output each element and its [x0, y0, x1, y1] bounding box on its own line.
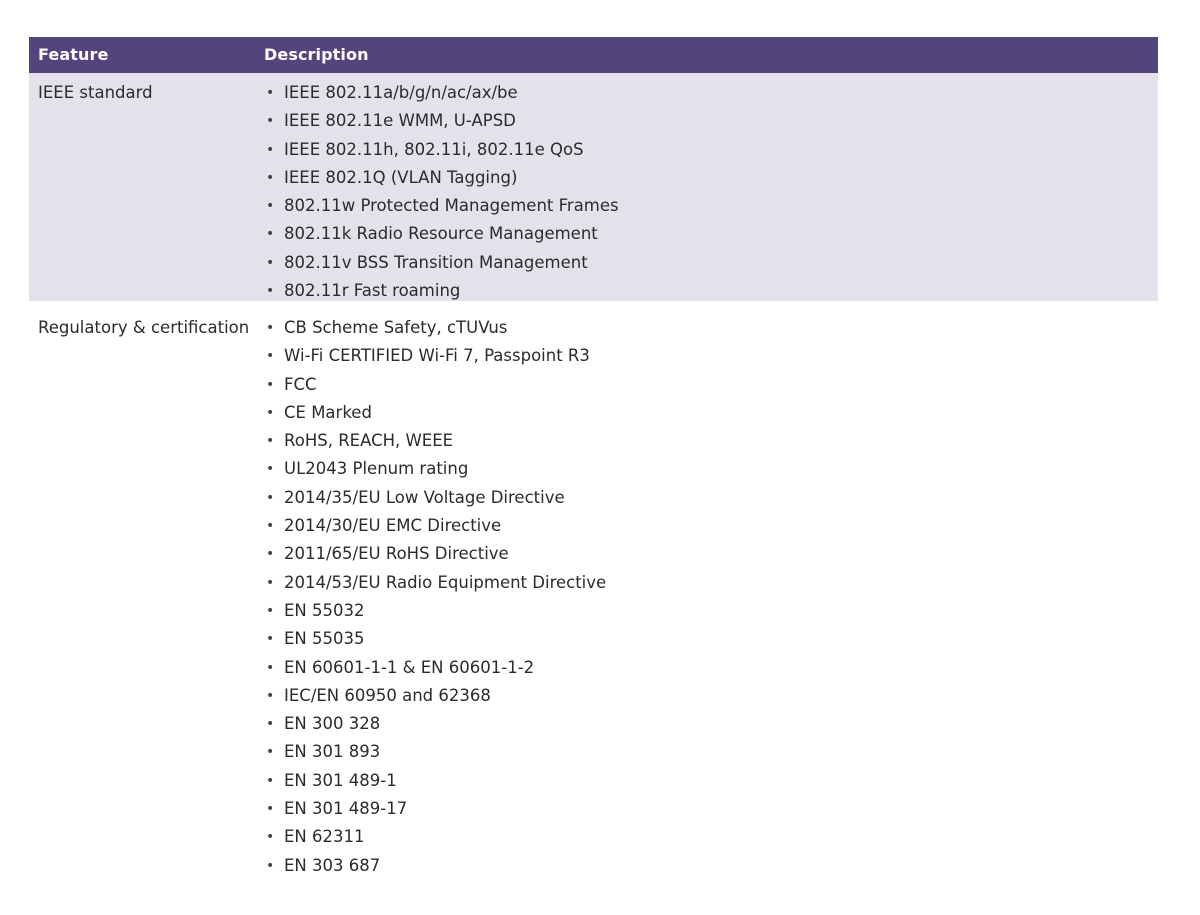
list-item-text: EN 301 893: [284, 742, 381, 762]
bullet-icon: •: [266, 85, 275, 101]
list-item: • 802.11r Fast roaming: [264, 277, 1158, 305]
bullet-icon: •: [266, 687, 275, 704]
list-item-text: IEEE 802.1Q (VLAN Tagging): [284, 167, 518, 187]
list-item: • 2011/65/EU RoHS Directive: [264, 540, 1158, 568]
bullet-list: • IEEE 802.11a/b/g/n/ac/ax/be • IEEE 802.11…: [264, 79, 1158, 305]
list-item: • RoHS, REACH, WEEE: [264, 427, 1158, 455]
list-item: • EN 300 328: [264, 710, 1158, 738]
bullet-icon: •: [266, 169, 275, 186]
list-item-text: EN 55035: [284, 629, 365, 649]
list-item: • EN 55032: [264, 597, 1158, 625]
list-item-text: EN 55032: [284, 600, 365, 620]
bullet-icon: •: [266, 376, 275, 393]
table-row-ieee-standard: IEEE standard • IEEE 802.11a/b/g/n/ac/ax/…: [29, 73, 1158, 301]
list-item: • UL2043 Plenum rating: [264, 455, 1158, 483]
list-item-text: 2014/30/EU EMC Directive: [284, 516, 502, 536]
list-item-text: EN 62311: [284, 827, 365, 847]
list-item-text: EN 60601-1-1 & EN 60601-1-2: [284, 657, 535, 677]
description-cell: • CB Scheme Safety, cTUVus • Wi-Fi CERTIFIE…: [255, 314, 1158, 880]
spec-table: Feature Description IEEE standard • IEEE …: [29, 37, 1158, 880]
table-row-regulatory: Regulatory & certification • CB Scheme Sa…: [29, 301, 1158, 880]
bullet-icon: •: [266, 801, 275, 818]
bullet-icon: •: [266, 226, 275, 243]
list-item-text: EN 301 489-17: [284, 799, 408, 819]
list-item: • EN 301 893: [264, 738, 1158, 766]
list-item: • CE Marked: [264, 399, 1158, 427]
list-item: • IEEE 802.11h, 802.11i, 802.11e QoS: [264, 136, 1158, 164]
list-item: • IEC/EN 60950 and 62368: [264, 682, 1158, 710]
list-item: • Wi-Fi CERTIFIED Wi-Fi 7, Passpoint R3: [264, 342, 1158, 370]
bullet-icon: •: [266, 141, 275, 158]
list-item-text: 2014/53/EU Radio Equipment Directive: [284, 572, 607, 592]
bullet-icon: •: [266, 404, 275, 421]
list-item-text: IEEE 802.11e WMM, U-APSD: [284, 111, 516, 131]
list-item-text: CE Marked: [284, 402, 372, 422]
list-item: • IEEE 802.1Q (VLAN Tagging): [264, 164, 1158, 192]
bullet-icon: •: [266, 489, 275, 506]
list-item-text: 802.11r Fast roaming: [284, 281, 461, 301]
list-item: • 2014/35/EU Low Voltage Directive: [264, 484, 1158, 512]
list-item-text: IEEE 802.11a/b/g/n/ac/ax/be: [284, 83, 518, 102]
list-item-text: EN 300 328: [284, 714, 381, 734]
list-item: • 802.11k Radio Resource Management: [264, 220, 1158, 248]
header-feature: Feature: [38, 45, 109, 64]
bullet-icon: •: [266, 772, 275, 789]
bullet-icon: •: [266, 348, 275, 365]
bullet-icon: •: [266, 829, 275, 846]
list-item: • 802.11v BSS Transition Management: [264, 249, 1158, 277]
bullet-icon: •: [266, 198, 275, 215]
list-item-text: IEC/EN 60950 and 62368: [284, 685, 491, 705]
description-cell: • IEEE 802.11a/b/g/n/ac/ax/be • IEEE 802.11…: [255, 79, 1158, 305]
list-item-text: 2011/65/EU RoHS Directive: [284, 544, 509, 564]
list-item-text: EN 303 687: [284, 855, 381, 875]
header-description: Description: [264, 45, 369, 64]
bullet-icon: •: [266, 518, 275, 535]
list-item: • EN 301 489-1: [264, 767, 1158, 795]
list-item: • 2014/30/EU EMC Directive: [264, 512, 1158, 540]
bullet-icon: •: [266, 433, 275, 450]
list-item: • FCC: [264, 371, 1158, 399]
list-item-text: 802.11v BSS Transition Management: [284, 252, 588, 272]
list-item-text: EN 301 489-1: [284, 770, 397, 790]
list-item: • 2014/53/EU Radio Equipment Directive: [264, 569, 1158, 597]
bullet-icon: •: [266, 113, 275, 130]
bullet-icon: •: [266, 659, 275, 676]
list-item-text: 802.11k Radio Resource Management: [284, 224, 598, 244]
list-item-text: RoHS, REACH, WEEE: [284, 431, 454, 451]
bullet-icon: •: [266, 320, 275, 336]
bullet-icon: •: [266, 574, 275, 591]
feature-cell: Regulatory & certification: [38, 318, 250, 337]
list-item-text: 2014/35/EU Low Voltage Directive: [284, 487, 565, 507]
list-item: • CB Scheme Safety, cTUVus: [264, 314, 1158, 342]
list-item: • IEEE 802.11a/b/g/n/ac/ax/be: [264, 79, 1158, 107]
list-item-text: Wi-Fi CERTIFIED Wi-Fi 7, Passpoint R3: [284, 346, 590, 366]
list-item-text: UL2043 Plenum rating: [284, 459, 469, 479]
list-item: • 802.11w Protected Management Frames: [264, 192, 1158, 220]
list-item-text: CB Scheme Safety, cTUVus: [284, 318, 508, 337]
list-item: • EN 55035: [264, 625, 1158, 653]
feature-cell: IEEE standard: [38, 83, 153, 102]
list-item: • EN 301 489-17: [264, 795, 1158, 823]
list-item-text: FCC: [284, 374, 317, 394]
bullet-icon: •: [266, 461, 275, 478]
list-item-text: IEEE 802.11h, 802.11i, 802.11e QoS: [284, 139, 584, 159]
bullet-icon: •: [266, 283, 275, 300]
bullet-icon: •: [266, 254, 275, 271]
bullet-list: • CB Scheme Safety, cTUVus • Wi-Fi CERTIFIE…: [264, 314, 1158, 880]
list-item: • EN 60601-1-1 & EN 60601-1-2: [264, 654, 1158, 682]
table-header: Feature Description: [29, 37, 1158, 73]
bullet-icon: •: [266, 546, 275, 563]
list-item: • EN 62311: [264, 823, 1158, 851]
bullet-icon: •: [266, 857, 275, 874]
list-item: • EN 303 687: [264, 852, 1158, 880]
list-item-text: 802.11w Protected Management Frames: [284, 196, 619, 216]
bullet-icon: •: [266, 744, 275, 761]
bullet-icon: •: [266, 631, 275, 648]
bullet-icon: •: [266, 716, 275, 733]
list-item: • IEEE 802.11e WMM, U-APSD: [264, 107, 1158, 135]
bullet-icon: •: [266, 602, 275, 619]
